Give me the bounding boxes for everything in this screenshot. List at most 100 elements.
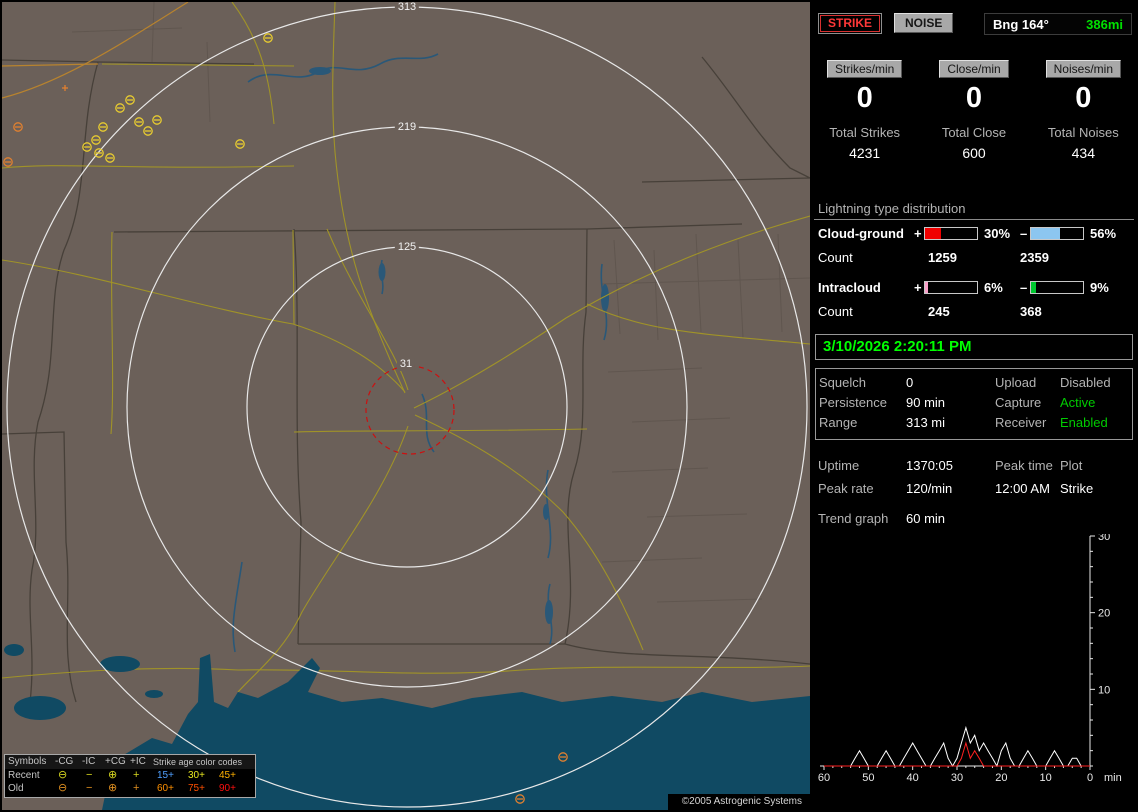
age-30-label: 30+ (188, 770, 205, 781)
peak-time-label: Peak time (995, 458, 1053, 473)
persistence-label: Persistence (819, 395, 887, 410)
range-value: 313 mi (906, 415, 946, 430)
capture-status: Active (1060, 395, 1096, 410)
ic-plus-bar-fill (925, 282, 929, 293)
close-per-min-value: 0 (965, 82, 983, 114)
receiver-label: Receiver (995, 415, 1047, 430)
map-legend: Symbols -CG -IC +CG +IC Strike age color… (4, 754, 256, 798)
noises-counter: Noises/min 0 Total Noises 434 (1029, 60, 1138, 161)
ic-plus-bar (924, 281, 978, 294)
range-ring-label-31: 31 (396, 358, 416, 371)
cg-plus-count: 1259 (928, 250, 957, 265)
svg-text:30: 30 (1098, 534, 1110, 543)
trend-graph-value: 60 min (906, 511, 946, 526)
plot-value: Strike (1060, 481, 1094, 496)
minus-sign: – (1020, 280, 1028, 295)
map-area[interactable]: 313 219 125 31 Symbols -CG -IC +CG +IC S… (2, 2, 810, 810)
info-row: Peak rate 120/min 12:00 AM Strike (810, 481, 1138, 501)
uptime-value: 1370:05 (906, 458, 953, 473)
legend-symbols-header: Symbols (8, 756, 47, 767)
ic-minus-icon: − (86, 769, 93, 781)
cg-minus-count: 2359 (1020, 250, 1049, 265)
squelch-label: Squelch (819, 375, 866, 390)
trend-graph-label: Trend graph (818, 511, 889, 526)
strike-mode-button[interactable]: STRIKE (818, 13, 883, 34)
total-strikes-value: 4231 (849, 145, 881, 161)
svg-text:30: 30 (951, 772, 963, 784)
separator-line (814, 219, 1134, 220)
close-per-min-button[interactable]: Close/min (939, 60, 1009, 78)
uptime-label: Uptime (818, 458, 860, 473)
age-90-label: 90+ (219, 783, 236, 794)
status-row: Squelch 0 Upload Disabled (816, 375, 1132, 395)
upload-label: Upload (995, 375, 1037, 390)
cg-plus-pct: 30% (984, 226, 1011, 241)
ic-minus-bar-fill (1031, 282, 1036, 293)
legend-recent-row: Recent ⊖ − ⊕ + 15+ 30+ 45+ (5, 769, 255, 782)
status-row: Persistence 90 min Capture Active (816, 395, 1132, 415)
ic-minus-count: 368 (1020, 304, 1042, 319)
total-noises-value: 434 (1071, 145, 1095, 161)
svg-text:10: 10 (1098, 684, 1110, 696)
plus-sign: + (914, 280, 922, 295)
bearing-readout: Bng 164° 386mi (984, 13, 1132, 35)
datetime-display: 3/10/2026 2:20:11 PM (815, 334, 1133, 360)
legend-col-neg-ic: -IC (82, 756, 96, 767)
close-counter: Close/min 0 Total Close 600 (919, 60, 1028, 161)
age-45-label: 45+ (219, 770, 236, 781)
status-box: Squelch 0 Upload Disabled Persistence 90… (815, 368, 1133, 440)
ic-minus-bar (1030, 281, 1084, 294)
cg-plus-bar (924, 227, 978, 240)
ic-plus-icon: + (133, 769, 140, 781)
svg-text:0: 0 (1087, 772, 1093, 784)
rate-counters: Strikes/min 0 Total Strikes 4231 Close/m… (810, 60, 1138, 161)
receiver-status: Enabled (1060, 415, 1108, 430)
cg-plus-icon: ⊕ (108, 769, 118, 781)
legend-col-pos-ic: +IC (130, 756, 146, 767)
noises-per-min-button[interactable]: Noises/min (1045, 60, 1121, 78)
intracloud-row: Intracloud + 6% – 9% (818, 280, 1138, 296)
strike-mode-label: STRIKE (820, 15, 881, 32)
total-close-value: 600 (962, 145, 986, 161)
cg-minus-icon: ⊖ (58, 769, 68, 781)
peak-rate-value: 120/min (906, 481, 953, 496)
range-label: Range (819, 415, 858, 430)
svg-text:50: 50 (862, 772, 874, 784)
svg-text:20: 20 (995, 772, 1007, 784)
svg-text:20: 20 (1098, 608, 1110, 620)
range-ring-label-125: 125 (394, 241, 420, 254)
noises-per-min-value: 0 (1075, 82, 1092, 114)
info-row: Uptime 1370:05 Peak time Plot (810, 458, 1138, 478)
total-strikes-label: Total Strikes (829, 125, 901, 140)
age-15-label: 15+ (157, 770, 174, 781)
cloud-ground-count-row: Count 1259 2359 (818, 250, 1138, 266)
total-close-label: Total Close (941, 125, 1007, 140)
persistence-value: 90 min (906, 395, 946, 410)
noise-mode-button[interactable]: NOISE (894, 13, 954, 33)
cloud-ground-row: Cloud-ground + 30% – 56% (818, 226, 1138, 242)
strikes-per-min-button[interactable]: Strikes/min (826, 60, 903, 78)
plus-sign: + (914, 226, 922, 241)
intracloud-count-row: Count 245 368 (818, 304, 1138, 320)
age-60-label: 60+ (157, 783, 174, 794)
bearing-value: Bng 164° (993, 16, 1049, 32)
count-label: Count (818, 304, 853, 319)
ic-plus-count: 245 (928, 304, 950, 319)
plot-label: Plot (1060, 458, 1083, 473)
cg-minus-bar (1030, 227, 1084, 240)
minus-sign: – (1020, 226, 1028, 241)
legend-old-row: Old ⊖ − ⊕ + 60+ 75+ 90+ (5, 782, 255, 795)
svg-text:10: 10 (1040, 772, 1052, 784)
cg-plus-bar-fill (925, 228, 941, 239)
capture-label: Capture (995, 395, 1042, 410)
range-ring-label-313: 313 (394, 2, 420, 14)
total-noises-label: Total Noises (1047, 125, 1119, 140)
strikes-per-min-value: 0 (856, 82, 873, 114)
svg-text:40: 40 (907, 772, 919, 784)
cg-minus-icon: ⊖ (58, 782, 68, 794)
count-label: Count (818, 250, 853, 265)
trend-graph-chart: 60 50 40 30 20 10 0 min 10 20 30 (818, 534, 1122, 784)
range-ring-label-219: 219 (394, 121, 420, 134)
trend-graph-row: Trend graph 60 min (810, 511, 1138, 531)
ic-plus-icon: + (133, 782, 140, 794)
